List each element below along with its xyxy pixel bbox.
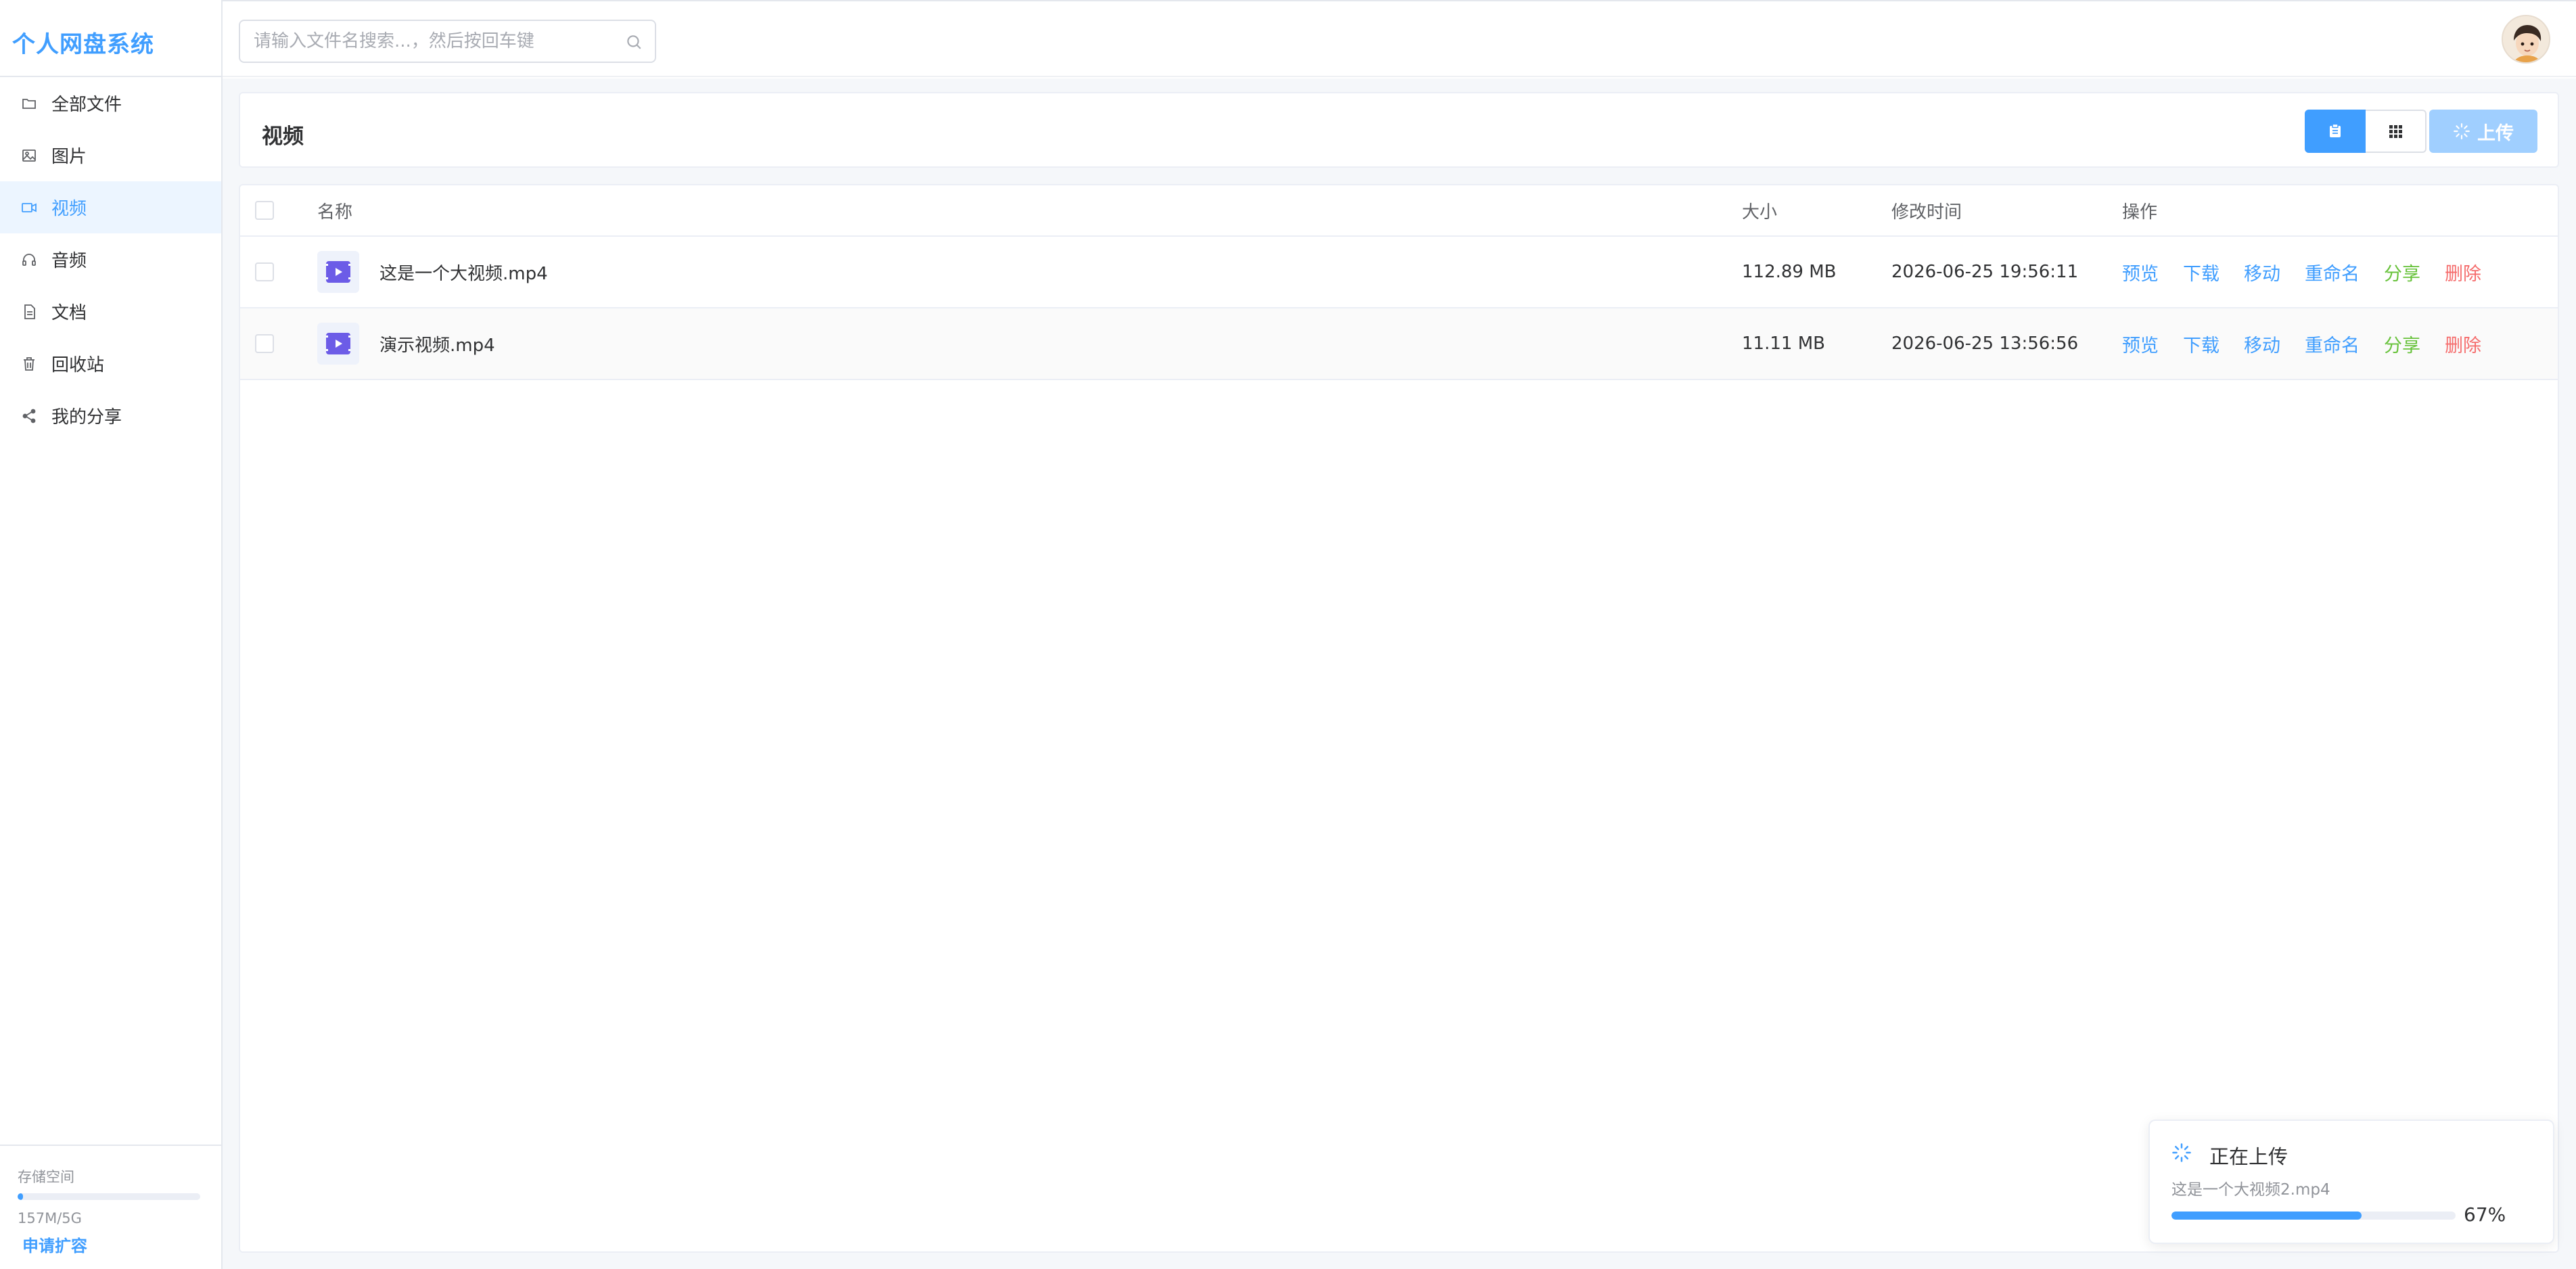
header: [223, 1, 2576, 77]
column-header-name[interactable]: 名称: [317, 185, 352, 235]
file-name-cell: 这是一个大视频.mp4: [317, 237, 548, 307]
delete-button[interactable]: 删除: [2445, 259, 2481, 285]
file-table: 名称 大小 修改时间 操作 这是一个大视频.mp4 112.89 MB 2026…: [239, 184, 2559, 1253]
video-icon: [20, 199, 38, 216]
file-size: 11.11 MB: [1742, 333, 1825, 354]
app-root: 个人网盘系统 全部文件 图片 视频 音频 文档 回收站 我的分享 存储空间 15…: [0, 0, 2576, 1269]
preview-button[interactable]: 预览: [2122, 331, 2159, 357]
sidebar-item-label: 全部文件: [51, 95, 122, 115]
share-button[interactable]: 分享: [2384, 259, 2420, 285]
delete-button[interactable]: 删除: [2445, 331, 2481, 357]
rename-button[interactable]: 重命名: [2305, 331, 2360, 357]
sidebar-nav: 全部文件 图片 视频 音频 文档 回收站 我的分享: [0, 77, 221, 442]
upload-file-name: 这是一个大视频2.mp4: [2171, 1181, 2330, 1199]
sidebar-item-images[interactable]: 图片: [0, 129, 221, 181]
page-title: 视频: [262, 124, 304, 149]
sidebar-item-all-files[interactable]: 全部文件: [0, 77, 221, 129]
share-icon: [20, 407, 38, 425]
image-icon: [20, 147, 38, 164]
header-checkbox-cell: [255, 185, 274, 235]
storage-progress-fill: [18, 1193, 24, 1200]
sidebar-item-label: 文档: [51, 303, 87, 323]
view-toggle: [2305, 110, 2426, 153]
folder-icon: [20, 95, 38, 112]
table-header: 名称 大小 修改时间 操作: [240, 185, 2558, 237]
sidebar-item-label: 图片: [51, 147, 87, 167]
move-button[interactable]: 移动: [2244, 259, 2280, 285]
row-checkbox-cell: [255, 237, 274, 307]
preview-button[interactable]: 预览: [2122, 259, 2159, 285]
user-avatar[interactable]: [2502, 15, 2550, 64]
loading-icon: [2172, 1143, 2191, 1162]
grid-view-button[interactable]: [2366, 110, 2426, 153]
row-checkbox[interactable]: [255, 334, 274, 353]
title-bar: 视频 上传: [239, 92, 2559, 168]
list-view-icon: [2330, 123, 2341, 137]
sidebar: 个人网盘系统 全部文件 图片 视频 音频 文档 回收站 我的分享 存储空间 15…: [0, 0, 223, 1269]
download-button[interactable]: 下载: [2183, 331, 2220, 357]
storage-progress-bar: [18, 1193, 200, 1200]
share-button[interactable]: 分享: [2384, 331, 2420, 357]
loading-icon: [2454, 123, 2470, 139]
file-name[interactable]: 演示视频.mp4: [380, 331, 495, 356]
download-button[interactable]: 下载: [2183, 259, 2220, 285]
sidebar-item-recycle-bin[interactable]: 回收站: [0, 338, 221, 390]
sidebar-item-label: 我的分享: [51, 407, 122, 428]
rename-button[interactable]: 重命名: [2305, 259, 2360, 285]
upload-progress-bar: [2171, 1212, 2456, 1220]
app-title[interactable]: 个人网盘系统: [12, 26, 154, 59]
table-row[interactable]: 这是一个大视频.mp4 112.89 MB 2026-06-25 19:56:1…: [240, 237, 2558, 308]
grid-view-icon: [2389, 125, 2402, 138]
file-name[interactable]: 这是一个大视频.mp4: [380, 260, 548, 285]
upload-toast-title: 正在上传: [2209, 1145, 2288, 1168]
row-actions: 预览 下载 移动 重命名 分享 删除: [2122, 308, 2506, 379]
search-icon[interactable]: [625, 33, 643, 51]
storage-used-text: 157M/5G: [18, 1210, 82, 1226]
sidebar-item-my-shares[interactable]: 我的分享: [0, 390, 221, 442]
file-name-cell: 演示视频.mp4: [317, 308, 495, 379]
row-actions: 预览 下载 移动 重命名 分享 删除: [2122, 237, 2506, 307]
upload-label: 上传: [2477, 122, 2514, 144]
row-checkbox[interactable]: [255, 262, 274, 281]
upload-progress-toast: 正在上传 这是一个大视频2.mp4 67%: [2148, 1120, 2554, 1244]
file-modified-time: 2026-06-25 13:56:56: [1891, 333, 2079, 354]
video-file-icon: [317, 323, 359, 365]
upload-button[interactable]: 上传: [2429, 110, 2537, 153]
upload-progress-percent: 67%: [2464, 1203, 2506, 1226]
row-checkbox-cell: [255, 308, 274, 379]
column-header-actions: 操作: [2122, 202, 2158, 223]
move-button[interactable]: 移动: [2244, 331, 2280, 357]
sidebar-item-audio[interactable]: 音频: [0, 233, 221, 285]
headphones-icon: [20, 251, 38, 269]
storage-panel: 存储空间 157M/5G 申请扩容: [0, 1145, 221, 1269]
sidebar-item-label: 音频: [51, 251, 87, 271]
sidebar-item-label: 视频: [51, 199, 87, 219]
select-all-checkbox[interactable]: [255, 201, 274, 220]
sidebar-item-documents[interactable]: 文档: [0, 285, 221, 338]
column-header-modified[interactable]: 修改时间: [1891, 185, 1962, 235]
list-view-button[interactable]: [2305, 110, 2366, 153]
file-size: 112.89 MB: [1742, 262, 1837, 282]
column-header-size[interactable]: 大小: [1742, 185, 1777, 235]
document-icon: [20, 303, 38, 321]
video-file-icon: [317, 251, 359, 293]
search-box: [239, 20, 656, 63]
file-modified-time: 2026-06-25 19:56:11: [1891, 262, 2079, 282]
table-row[interactable]: 演示视频.mp4 11.11 MB 2026-06-25 13:56:56 预览…: [240, 308, 2558, 380]
apply-expansion-link[interactable]: 申请扩容: [22, 1232, 87, 1256]
trash-icon: [20, 355, 38, 373]
main-content: 视频 上传 名称 大小 修改时间 操作 这是一个大视频.mp4 112.89 M…: [223, 78, 2576, 1269]
search-input[interactable]: [254, 21, 619, 62]
upload-progress-fill: [2171, 1212, 2362, 1220]
sidebar-item-videos[interactable]: 视频: [0, 181, 221, 233]
sidebar-item-label: 回收站: [51, 355, 105, 375]
storage-label: 存储空间: [18, 1169, 74, 1185]
